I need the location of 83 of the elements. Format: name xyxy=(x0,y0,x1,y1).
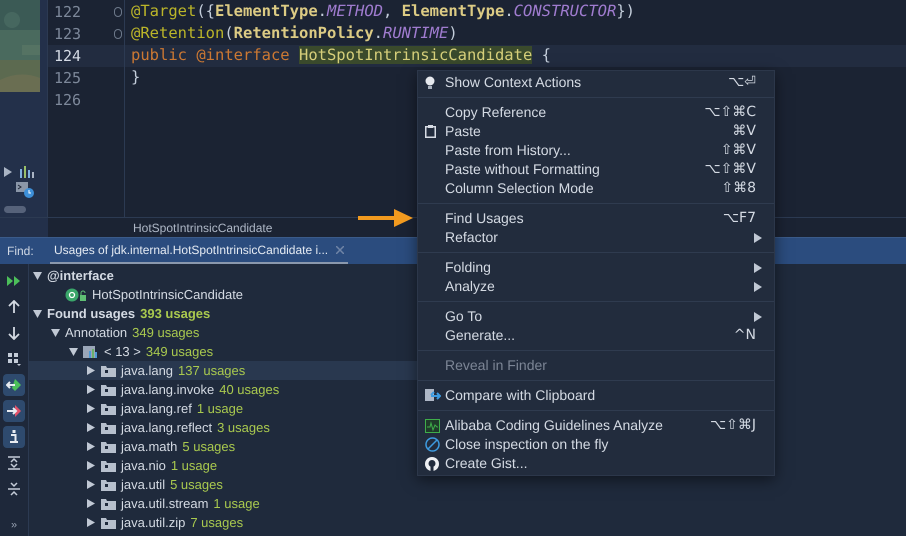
collapsed-arrow-icon[interactable] xyxy=(87,442,95,451)
code-line: } xyxy=(131,67,140,88)
menu-item[interactable]: Find Usages ⌥F7 xyxy=(418,209,774,228)
expanded-arrow-icon[interactable] xyxy=(69,348,78,356)
github-icon xyxy=(425,456,439,470)
run-icon[interactable] xyxy=(4,166,12,177)
menu-item[interactable]: Compare with Clipboard xyxy=(418,386,774,405)
menu-item[interactable]: Column Selection Mode ⇧⌘8 xyxy=(418,179,774,198)
fold-marker-icon[interactable] xyxy=(114,7,122,17)
folder-icon xyxy=(101,498,116,510)
pointer-arrow xyxy=(356,206,414,230)
module-icon xyxy=(83,344,99,358)
tree-row[interactable]: java.util.zip 7 usages xyxy=(29,513,417,532)
collapsed-arrow-icon[interactable] xyxy=(87,480,95,489)
clipboard-icon xyxy=(425,125,436,138)
more-button[interactable]: » xyxy=(3,514,25,536)
tree-row[interactable]: java.lang.reflect 3 usages xyxy=(29,418,417,437)
code-line: @Target({ElementType.METHOD, ElementType.CONSTRUCTOR}) xyxy=(131,1,635,22)
find-label: Find: xyxy=(6,243,35,260)
menu-item[interactable]: Folding xyxy=(418,258,774,277)
menu-item[interactable]: Analyze xyxy=(418,277,774,296)
tree-row[interactable]: java.util.stream 1 usage xyxy=(29,494,417,513)
menu-item[interactable]: Paste from History... ⇧⌘V xyxy=(418,141,774,160)
bar-chart-icon[interactable] xyxy=(20,166,34,178)
annotation-lock-icon xyxy=(65,288,87,302)
tree-row[interactable]: java.util 5 usages xyxy=(29,475,417,494)
menu-item[interactable]: Generate... ^N xyxy=(418,326,774,345)
folder-icon xyxy=(101,516,116,528)
tree-row[interactable]: HotSpotIntrinsicCandidate xyxy=(29,285,417,304)
code-line: @Retention(RetentionPolicy.RUNTIME) xyxy=(131,23,458,44)
bulb-icon xyxy=(425,76,435,90)
tree-row[interactable]: java.math 5 usages xyxy=(29,437,417,456)
collapsed-arrow-icon[interactable] xyxy=(87,423,95,432)
line-number: 123 xyxy=(54,24,82,45)
waveform-icon xyxy=(425,418,440,432)
tree-row[interactable]: java.nio 1 usage xyxy=(29,456,417,475)
compare-clipboard-icon xyxy=(425,388,441,403)
menu-item[interactable]: Alibaba Coding Guidelines Analyze ⌥⇧⌘J xyxy=(418,416,774,435)
folder-icon xyxy=(101,422,116,434)
folder-icon xyxy=(101,460,116,472)
collapsed-arrow-icon[interactable] xyxy=(87,385,95,394)
scrollbar-thumb[interactable] xyxy=(4,206,26,213)
line-number: 126 xyxy=(54,90,82,111)
collapsed-arrow-icon[interactable] xyxy=(87,461,95,470)
find-tab[interactable]: Usages of jdk.internal.HotSpotIntrinsicCandidate i... xyxy=(50,238,348,264)
menu-item[interactable]: Go To xyxy=(418,307,774,326)
folder-icon xyxy=(101,440,116,452)
expanded-arrow-icon[interactable] xyxy=(33,272,42,280)
arrow-out-icon[interactable] xyxy=(3,400,25,422)
breadcrumb[interactable]: HotSpotIntrinsicCandidate xyxy=(133,218,272,237)
forbidden-icon xyxy=(425,437,440,452)
tree-row[interactable]: java.lang.ref 1 usage xyxy=(29,399,417,418)
tree-row[interactable]: java.lang.invoke 40 usages xyxy=(29,380,417,399)
terminal-clock-icon[interactable] xyxy=(16,182,34,198)
code-line: public @interface HotSpotIntrinsicCandidate { xyxy=(131,45,551,66)
line-number: 122 xyxy=(54,2,82,23)
collapsed-arrow-icon[interactable] xyxy=(87,404,95,413)
menu-item[interactable]: Close inspection on the fly xyxy=(418,435,774,454)
line-number: 125 xyxy=(54,68,82,89)
fold-marker-icon[interactable] xyxy=(114,29,122,39)
menu-item[interactable]: Create Gist... xyxy=(418,454,774,473)
tree-row[interactable]: @interface xyxy=(29,266,417,285)
expanded-arrow-icon[interactable] xyxy=(33,310,42,318)
tree-row[interactable]: Annotation 349 usages xyxy=(29,323,417,342)
info-icon[interactable] xyxy=(3,426,25,448)
expanded-arrow-icon[interactable] xyxy=(51,328,60,336)
menu-item[interactable]: Refactor xyxy=(418,228,774,247)
menu-item[interactable]: Show Context Actions ⌥⏎ xyxy=(418,73,774,92)
collapsed-arrow-icon[interactable] xyxy=(87,518,95,527)
menu-item[interactable]: Paste ⌘V xyxy=(418,122,774,141)
line-number: 124 xyxy=(54,46,82,67)
folder-icon xyxy=(101,402,116,414)
collapsed-arrow-icon[interactable] xyxy=(87,499,95,508)
folder-icon xyxy=(101,364,116,376)
folder-icon xyxy=(101,384,116,396)
tree-row[interactable]: java.lang 137 usages xyxy=(29,361,417,380)
arrow-in-icon[interactable] xyxy=(3,374,25,396)
tree-row[interactable]: Found usages 393 usages xyxy=(29,304,417,323)
menu-item[interactable]: Paste without Formatting ⌥⇧⌘V xyxy=(418,160,774,179)
tree-row[interactable]: < 13 > 349 usages xyxy=(29,342,417,361)
collapsed-arrow-icon[interactable] xyxy=(87,366,95,375)
folder-icon xyxy=(101,478,116,490)
menu-item[interactable]: Copy Reference ⌥⇧⌘C xyxy=(418,103,774,122)
